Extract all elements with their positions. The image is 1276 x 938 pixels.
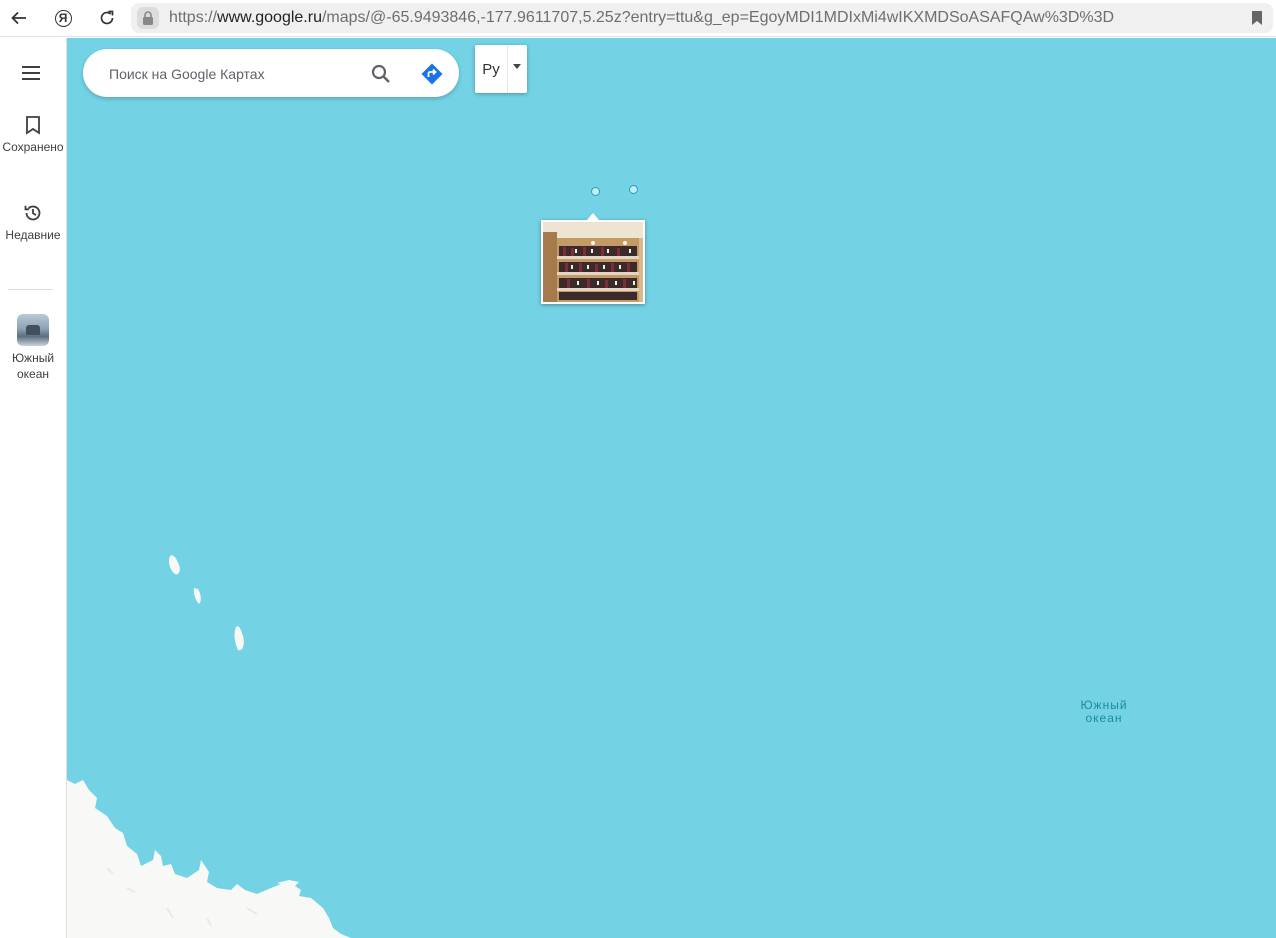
place-thumbnail <box>17 314 49 346</box>
rail-item-label: Недавние <box>5 228 61 242</box>
bookmark-button[interactable] <box>1251 10 1263 31</box>
land-shapes <box>67 555 351 938</box>
hamburger-menu-icon <box>22 66 40 80</box>
menu-button[interactable] <box>21 65 41 81</box>
island <box>234 626 244 651</box>
rail-item-southern-ocean[interactable]: Южный океан <box>0 314 66 382</box>
rail-divider <box>8 289 53 290</box>
url-path: /maps/@-65.9493846,-177.9611707,5.25z?en… <box>321 9 1115 26</box>
directions-icon <box>421 63 443 85</box>
photo-preview-card[interactable] <box>541 213 645 304</box>
search-button[interactable] <box>369 62 393 86</box>
directions-button[interactable] <box>420 62 444 86</box>
lock-button[interactable] <box>137 7 159 29</box>
layer-switch[interactable]: Ру <box>475 45 527 93</box>
place-photo <box>543 222 643 302</box>
browser-toolbar: Я https://www.google.ru/maps/@-65.949384… <box>0 0 1276 37</box>
coastline <box>67 780 351 938</box>
map-label-southern-ocean[interactable]: Южный океан <box>1071 699 1137 725</box>
reload-icon <box>100 10 114 25</box>
url-host: www.google.ru <box>217 9 322 26</box>
search-input[interactable] <box>107 62 341 86</box>
layer-dropdown-button[interactable] <box>507 45 527 93</box>
map-poi-marker[interactable] <box>591 187 600 196</box>
reload-button[interactable] <box>93 5 121 31</box>
address-bar[interactable]: https://www.google.ru/maps/@-65.9493846,… <box>131 3 1273 33</box>
url-text: https://www.google.ru/maps/@-65.9493846,… <box>169 9 1114 27</box>
rail-item-label: Южный океан <box>11 351 55 381</box>
back-arrow-icon <box>11 11 26 25</box>
island <box>193 588 201 604</box>
back-button[interactable] <box>5 5 33 31</box>
bookmark-outline-icon <box>26 116 40 135</box>
map-label-line: океан <box>1085 711 1123 725</box>
search-icon <box>371 64 390 83</box>
yandex-button[interactable]: Я <box>49 5 77 31</box>
url-prefix: https:// <box>169 9 218 26</box>
left-rail: Сохранено Недавние Южный океан <box>0 38 67 938</box>
map-canvas[interactable]: Ру <box>67 38 1276 938</box>
rail-item-saved[interactable]: Сохранено <box>0 115 66 155</box>
layer-switch-label[interactable]: Ру <box>475 45 508 93</box>
search-box <box>83 49 459 97</box>
history-icon <box>24 205 41 221</box>
bookmark-icon <box>1252 11 1262 25</box>
rail-item-recent[interactable]: Недавние <box>0 203 66 243</box>
yandex-icon: Я <box>54 9 72 27</box>
caret-down-icon <box>513 64 521 69</box>
map-poi-marker[interactable] <box>629 185 638 194</box>
lock-icon <box>143 11 153 25</box>
rail-item-label: Сохранено <box>2 140 64 154</box>
island <box>168 555 180 575</box>
